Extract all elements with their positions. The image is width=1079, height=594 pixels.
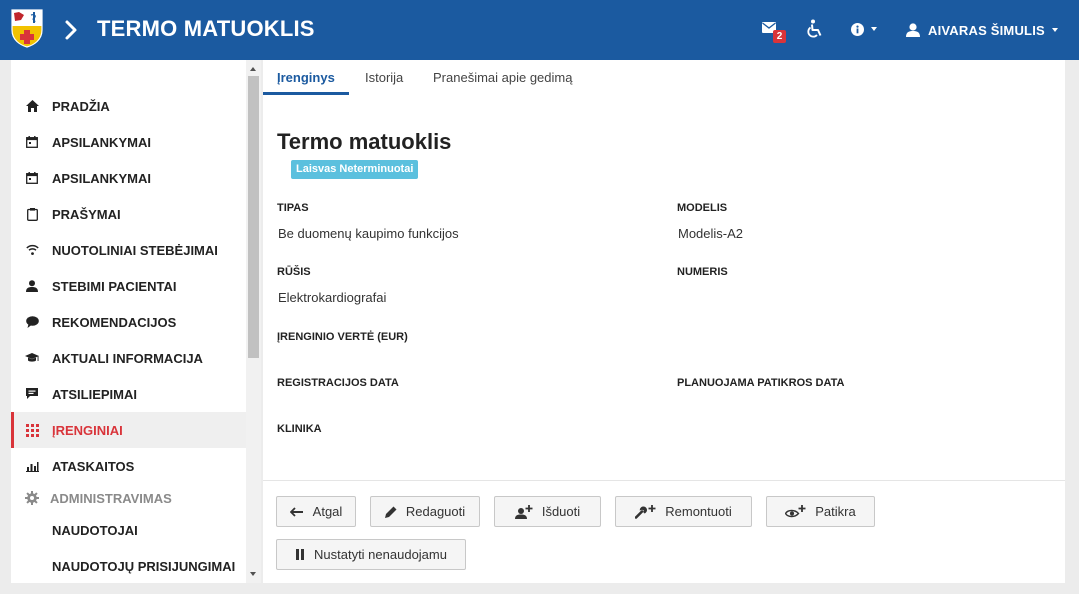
sidebar-item-label: ATASKAITOS [52,458,135,474]
info-dropdown[interactable] [851,21,883,37]
sidebar-item-aktuali-informacija[interactable]: AKTUALI INFORMACIJA [11,340,246,376]
pause-icon [295,549,305,560]
sidebar-item-label: ATSILIEPIMAI [52,386,137,402]
coat-of-arms-logo[interactable] [10,8,44,48]
top-header: TERMO MATUOKLIS 2 AIVARAS ŠIMULIS [0,0,1079,60]
device-title: Termo matuoklis [277,129,452,154]
scroll-down-arrow-icon[interactable] [250,572,256,576]
info-icon [851,22,864,36]
sidebar-item-label: NUOTOLINIAI STEBĖJIMAI [52,242,218,258]
user-icon [906,23,920,37]
field-label-modelis: MODELIS [677,202,728,214]
field-label-registracijos-data: REGISTRACIJOS DATA [277,377,399,389]
chevron-down-icon [1051,28,1058,32]
field-label-rusis: RŪŠIS [277,266,311,278]
repair-button[interactable]: Remontuoti [615,496,752,527]
field-value-modelis: Modelis-A2 [678,226,744,241]
tab-pranesimai-apie-gedima[interactable]: Pranešimai apie gedimą [433,70,572,85]
app-title: TERMO MATUOKLIS [97,16,315,41]
wrench-plus-icon [635,504,656,519]
chevron-down-icon [871,27,877,31]
tab-bar: Įrenginys Istorija Pranešimai apie gedim… [263,60,1065,96]
sidebar-section-administravimas[interactable]: ADMINISTRAVIMAS [11,484,246,512]
user-name: AIVARAS ŠIMULIS [928,22,1045,38]
graduation-cap-icon [25,351,39,365]
person-icon [25,279,39,293]
issue-button[interactable]: Išduoti [494,496,601,527]
sidebar-item-label: PRAŠYMAI [52,206,121,222]
set-unused-button[interactable]: Nustatyti nenaudojamu [276,539,466,570]
user-menu[interactable]: AIVARAS ŠIMULIS [906,20,1058,40]
sidebar-item-label: NAUDOTOJŲ PRISIJUNGIMAI [52,558,236,574]
main-content: Įrenginys Istorija Pranešimai apie gedim… [263,60,1065,583]
sidebar-item-apsilankymai-2[interactable]: APSILANKYMAI [11,160,246,196]
sidebar-item-prasymai[interactable]: PRAŠYMAI [11,196,246,232]
accessibility-icon[interactable] [806,19,824,39]
unread-count-badge: 2 [773,30,786,43]
status-badge: Laisvas Neterminuotai [291,160,419,179]
sidebar-item-pradzia[interactable]: PRADŽIA [11,88,246,124]
sidebar-item-irenginiai[interactable]: ĮRENGINIAI [11,412,246,448]
gear-icon [25,491,39,505]
wifi-icon [25,243,39,257]
action-bar: Atgal Redaguoti Išduoti Remontuoti Patik… [263,480,1065,583]
scroll-up-arrow-icon[interactable] [250,67,256,71]
field-label-numeris: NUMERIS [677,266,728,278]
sidebar-item-nuotoliniai-stebejimai[interactable]: NUOTOLINIAI STEBĖJIMAI [11,232,246,268]
sidebar-item-label: STEBIMI PACIENTAI [52,278,177,294]
edit-button[interactable]: Redaguoti [370,496,480,527]
calendar-icon [25,171,39,185]
sidebar-item-label: APSILANKYMAI [52,170,151,186]
sidebar-section-label: ADMINISTRAVIMAS [50,490,172,506]
sidebar-item-atsiliepimai[interactable]: ATSILIEPIMAI [11,376,246,412]
speech-bubble-icon [25,315,39,329]
inspect-button-label: Patikra [815,504,856,519]
calendar-icon [25,135,39,149]
sidebar-subitem-naudotojai[interactable]: NAUDOTOJAI [11,512,246,548]
scrollbar-thumb[interactable] [248,76,259,358]
sidebar-item-stebimi-pacientai[interactable]: STEBIMI PACIENTAI [11,268,246,304]
tab-irenginys[interactable]: Įrenginys [277,70,335,85]
sidebar-item-label: REKOMENDACIJOS [52,314,177,330]
messages-button[interactable]: 2 [760,20,786,46]
menu-chevron-icon[interactable] [63,18,79,42]
field-label-irenginio-verte: ĮRENGINIO VERTĖ (EUR) [277,331,408,343]
field-value-tipas: Be duomenų kaupimo funkcijos [278,226,459,241]
sidebar-item-apsilankymai[interactable]: APSILANKYMAI [11,124,246,160]
field-value-rusis: Elektrokardiografai [278,290,387,305]
sidebar-item-rekomendacijos[interactable]: REKOMENDACIJOS [11,304,246,340]
field-label-klinika: KLINIKA [277,423,322,435]
sidebar-item-label: NAUDOTOJAI [52,522,138,538]
inspect-button[interactable]: Patikra [766,496,875,527]
sidebar: PRADŽIA APSILANKYMAI APSILANKYMAI PRAŠYM… [11,60,261,583]
field-label-tipas: TIPAS [277,202,309,214]
set-unused-button-label: Nustatyti nenaudojamu [314,547,447,562]
bar-chart-icon [25,459,39,473]
sidebar-item-label: AKTUALI INFORMACIJA [52,350,203,366]
back-button-label: Atgal [312,504,343,519]
back-button[interactable]: Atgal [276,496,356,527]
eye-plus-icon [785,505,806,518]
sidebar-scrollbar[interactable] [246,60,261,583]
sidebar-item-label: PRADŽIA [52,98,110,114]
sidebar-subitem-naudotoju-prisijungimai[interactable]: NAUDOTOJŲ PRISIJUNGIMAI [11,548,246,583]
add-user-icon [514,504,533,519]
sidebar-item-ataskaitos[interactable]: ATASKAITOS [11,448,246,484]
tab-istorija[interactable]: Istorija [365,70,403,85]
clipboard-icon [25,207,39,221]
repair-button-label: Remontuoti [665,504,732,519]
field-label-planuojama-patikros-data: PLANUOJAMA PATIKROS DATA [677,377,845,389]
issue-button-label: Išduoti [541,504,581,519]
sidebar-item-label: ĮRENGINIAI [52,422,123,438]
grid-icon [25,423,39,437]
sidebar-nav: PRADŽIA APSILANKYMAI APSILANKYMAI PRAŠYM… [11,88,246,583]
edit-button-label: Redaguoti [405,504,466,519]
feedback-icon [25,387,39,401]
sidebar-item-label: APSILANKYMAI [52,134,151,150]
back-arrow-icon [289,506,304,517]
pencil-icon [384,506,397,518]
home-icon [25,99,39,113]
active-tab-indicator [263,92,349,95]
